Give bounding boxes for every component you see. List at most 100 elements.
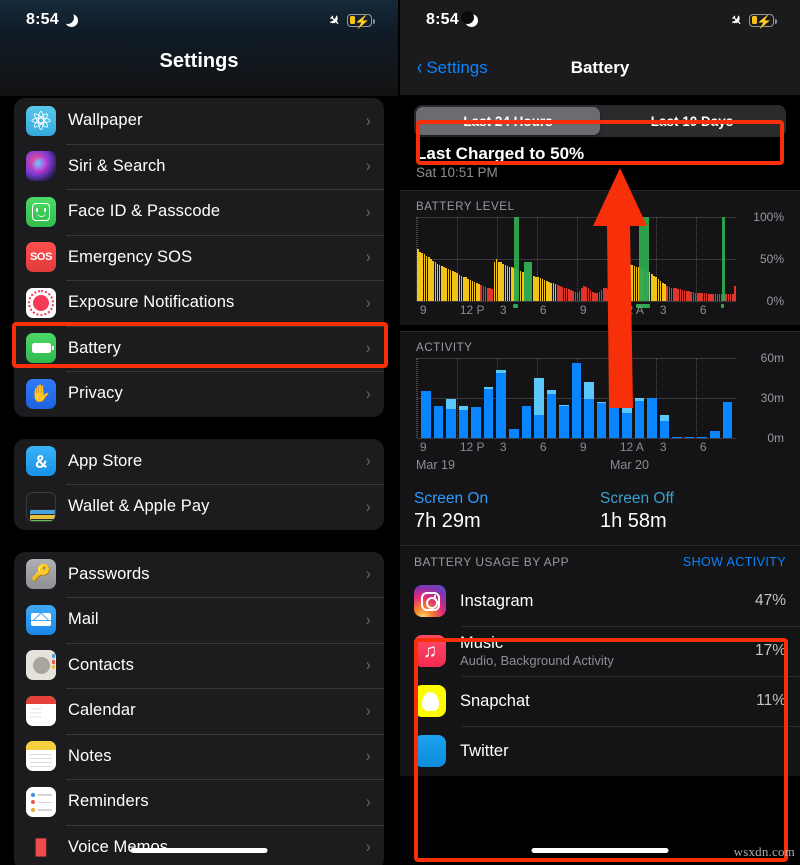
show-activity-button[interactable]: SHOW ACTIVITY xyxy=(683,555,786,569)
chevron-right-icon: › xyxy=(366,496,371,516)
bar xyxy=(697,436,707,438)
activity-plot xyxy=(416,358,736,439)
bar-segment-screen-on xyxy=(446,408,456,438)
bar-segment-screen-on xyxy=(571,363,582,438)
sidebar-item-label: Face ID & Passcode xyxy=(68,202,221,221)
x-axis-tick: 3 xyxy=(659,440,667,454)
sidebar-item-wallet-apple-pay[interactable]: Wallet & Apple Pay › xyxy=(14,484,384,530)
right-phone-battery: 8:54 ✈ ⚡ ‹ Settings Battery Last 24 Hour… xyxy=(400,0,800,865)
list-item[interactable]: Instagram 47% xyxy=(400,576,800,626)
activity-x-axis: 9 12 P 3 6 9 12 A 3 6 xyxy=(416,440,736,458)
sidebar-item-label: Wallpaper xyxy=(68,111,143,130)
chevron-right-icon: › xyxy=(366,451,371,471)
sidebar-item-contacts[interactable]: Contacts › xyxy=(14,642,384,689)
battery-level-chart: 100% 50% 0% 9 12 P 3 6 9 12 A 3 6 xyxy=(414,210,786,321)
sidebar-item-mail[interactable]: Mail › xyxy=(14,597,384,643)
key-icon: 🔑 xyxy=(26,559,56,590)
activity-card: ACTIVITY 60m 30m 0m 9 12 P 3 6 9 12 A 3 6 Mar 1… xyxy=(400,331,800,480)
app-text: Snapchat xyxy=(446,692,756,711)
chevron-right-icon: › xyxy=(366,564,371,584)
app-store-icon: ﹠ xyxy=(26,446,56,477)
back-button[interactable]: ‹ Settings xyxy=(416,55,488,79)
sidebar-item-emergency-sos[interactable]: SOS Emergency SOS › xyxy=(14,234,384,281)
wallpaper-icon xyxy=(26,105,56,136)
sidebar-item-reminders[interactable]: Reminders › xyxy=(14,779,384,825)
screen-time-summary: Screen On 7h 29m Screen Off 1h 58m xyxy=(400,480,800,545)
bar xyxy=(508,428,519,438)
sidebar-item-face-id-passcode[interactable]: Face ID & Passcode › xyxy=(14,189,384,235)
battery-usage-label: BATTERY USAGE BY APP xyxy=(414,555,570,569)
x-axis-tick: 12 P xyxy=(459,440,485,454)
bar xyxy=(521,406,532,438)
settings-list[interactable]: Wallpaper › Siri & Search › Face ID & Pa… xyxy=(0,96,398,865)
segment-last-24-hours[interactable]: Last 24 Hours xyxy=(416,107,600,135)
x-axis-tick: 12 P xyxy=(459,303,485,317)
y-axis-label-30m: 30m xyxy=(760,391,784,405)
battery-level-section-title: BATTERY LEVEL xyxy=(416,201,515,213)
left-phone-settings: 8:54 ✈ ⚡ Settings Wallpaper › Siri & Sea… xyxy=(0,0,400,865)
last-charged-title: Last Charged to 50% xyxy=(416,144,585,163)
sos-icon: SOS xyxy=(26,242,56,273)
chevron-right-icon: › xyxy=(366,201,371,221)
chevron-right-icon: › xyxy=(366,609,371,629)
app-text: Instagram xyxy=(446,592,755,611)
left-status-bar: 8:54 ✈ ⚡ xyxy=(0,0,398,40)
list-item[interactable]: Twitter xyxy=(400,726,800,776)
screen-on-block: Screen On 7h 29m xyxy=(414,490,600,533)
exposure-notifications-icon xyxy=(26,287,56,318)
x-axis-tick: 12 A xyxy=(619,440,644,454)
app-name: Snapchat xyxy=(460,691,530,710)
bar-segment-screen-on xyxy=(659,420,670,438)
bar-segment-screen-off xyxy=(534,378,544,416)
settings-group-3: 🔑 Passwords › Mail › Contacts › ▪▪▪▪▪ ▪▪… xyxy=(14,551,384,865)
sidebar-item-voice-memos[interactable]: █ Voice Memos › xyxy=(14,824,384,865)
screen-on-label: Screen On xyxy=(414,490,489,507)
chevron-right-icon: › xyxy=(366,110,371,130)
sidebar-item-label: Passwords xyxy=(68,564,150,583)
battery-navbar: ‹ Settings Battery xyxy=(400,40,800,95)
bar-segment-screen-on xyxy=(609,407,619,438)
moon-icon xyxy=(60,10,78,27)
bar xyxy=(647,398,657,438)
bar xyxy=(734,285,736,301)
bar-segment-screen-on xyxy=(421,391,431,438)
bar-segment-screen-on xyxy=(458,410,469,438)
chevron-right-icon: › xyxy=(366,837,371,857)
charging-band xyxy=(721,217,725,301)
last-charged-subtitle: Sat 10:51 PM xyxy=(416,165,498,180)
status-time: 8:54 xyxy=(426,11,459,28)
bar xyxy=(609,403,619,438)
sidebar-item-label: Exposure Notifications xyxy=(68,293,235,312)
sidebar-item-privacy[interactable]: ✋ Privacy › xyxy=(14,371,384,417)
sidebar-item-passwords[interactable]: 🔑 Passwords › xyxy=(14,552,384,598)
segment-last-10-days[interactable]: Last 10 Days xyxy=(600,107,784,135)
x-axis-tick: 9 xyxy=(419,303,427,317)
sidebar-item-calendar[interactable]: ▪▪▪▪▪ ▪▪▪▪▪ ▪▪▪▪▪ Calendar › xyxy=(14,688,384,734)
sidebar-item-battery[interactable]: Battery › xyxy=(14,325,384,372)
sidebar-item-notes[interactable]: Notes › xyxy=(14,733,384,780)
chevron-right-icon: › xyxy=(366,338,371,358)
segmented-control-wrap: Last 24 Hours Last 10 Days xyxy=(400,95,800,137)
list-item[interactable]: Snapchat 11% xyxy=(400,676,800,726)
bar xyxy=(622,400,632,438)
app-name: Twitter xyxy=(460,741,509,760)
sidebar-item-exposure-notifications[interactable]: Exposure Notifications › xyxy=(14,280,384,326)
screen-on-value: 7h 29m xyxy=(414,510,481,532)
sidebar-item-app-store[interactable]: ﹠ App Store › xyxy=(14,439,384,485)
sidebar-item-label: Reminders xyxy=(68,792,149,811)
snapchat-icon xyxy=(414,685,446,717)
chevron-right-icon: › xyxy=(366,655,371,675)
y-axis-label-50: 50% xyxy=(759,252,784,266)
bar xyxy=(433,406,444,438)
sidebar-item-label: Battery xyxy=(68,338,121,357)
sidebar-item-label: Emergency SOS xyxy=(68,247,193,266)
charging-band xyxy=(638,217,649,301)
date-label-mar20: Mar 20 xyxy=(610,458,649,472)
sidebar-item-wallpaper[interactable]: Wallpaper › xyxy=(14,98,384,144)
status-right: ✈ ⚡ xyxy=(325,11,375,29)
status-right: ✈ ⚡ xyxy=(727,11,777,29)
time-range-segmented-control[interactable]: Last 24 Hours Last 10 Days xyxy=(414,105,786,137)
y-axis-label-60m: 60m xyxy=(760,351,784,365)
sidebar-item-siri-search[interactable]: Siri & Search › xyxy=(14,143,384,190)
list-item[interactable]: ♫ Music Audio, Background Activity 17% xyxy=(400,626,800,676)
